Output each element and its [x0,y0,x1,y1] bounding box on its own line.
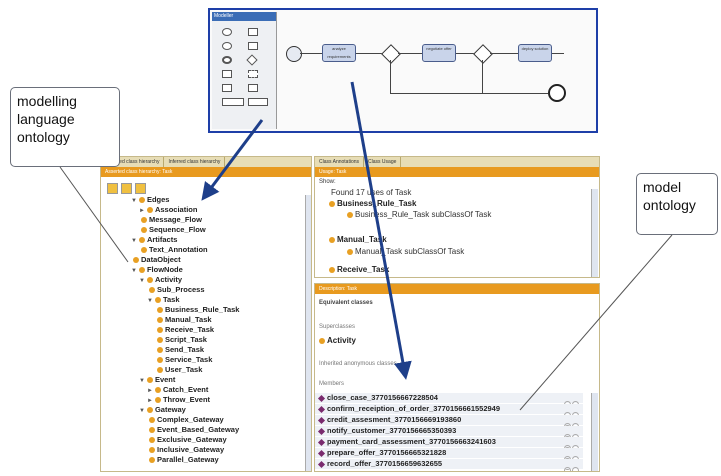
leader-model-label [519,234,673,411]
leader-modelling-label [59,166,129,263]
arrow-modeler-to-members [350,81,412,380]
arrow-modeler-to-hierarchy [201,119,264,201]
annotation-arrows [59,81,673,411]
